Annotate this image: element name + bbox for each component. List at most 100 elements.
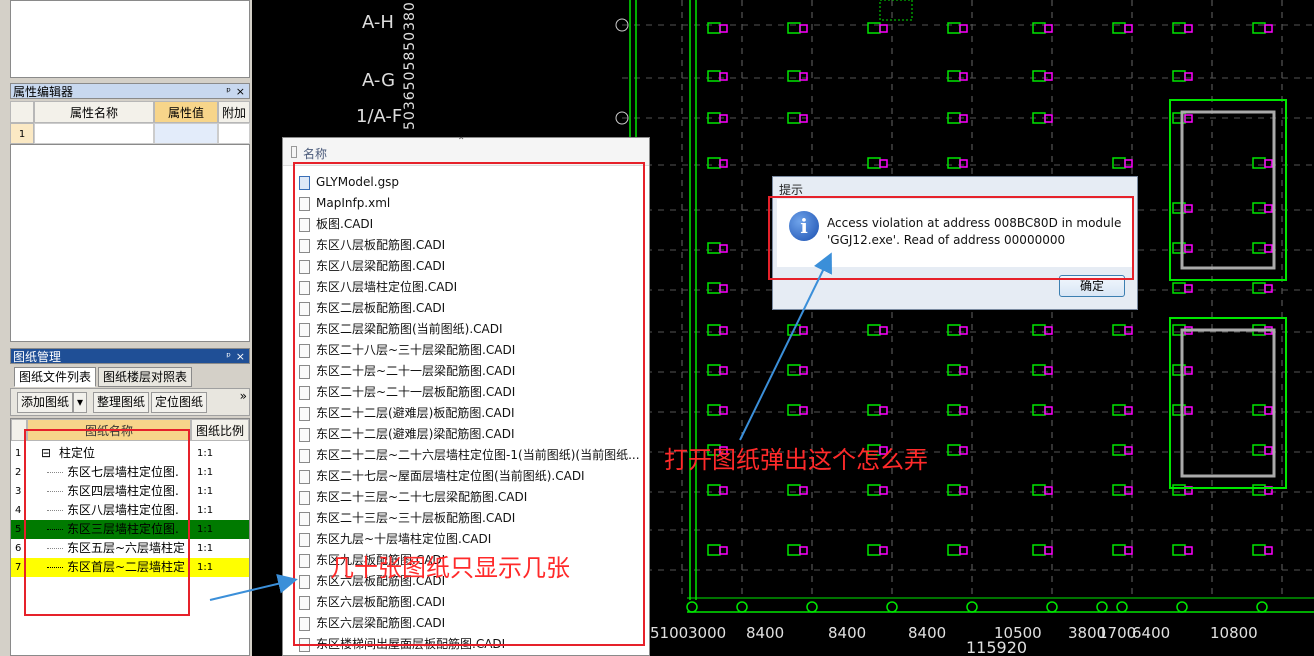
tab-drawing-floor-map[interactable]: 图纸楼层对照表	[98, 367, 193, 387]
column-rebar-marker	[1184, 72, 1193, 81]
drawing-scale: 1:1	[197, 505, 214, 516]
property-editor-title: 属性编辑器 ᵖ ×	[10, 83, 250, 99]
property-name-header[interactable]: 属性名称	[34, 101, 154, 123]
dim-total: 115920	[966, 638, 1028, 656]
column-marker	[1032, 484, 1046, 496]
column-rebar-marker	[719, 159, 728, 168]
annotation-dialog-question: 打开图纸弹出这个怎么弄	[664, 446, 928, 474]
dim-6400: 6400	[1132, 624, 1171, 642]
column-rebar-marker	[1184, 244, 1193, 253]
column-rebar-marker	[799, 72, 808, 81]
column-marker	[1112, 404, 1126, 416]
column-marker	[1172, 544, 1186, 556]
column-marker	[867, 544, 881, 556]
dim-1700: 1700	[1098, 624, 1137, 642]
column-rebar-marker	[1044, 72, 1053, 81]
column-marker	[1252, 282, 1266, 294]
highlight-box-dialog	[768, 196, 1134, 280]
pin-icon[interactable]: ᵖ	[226, 84, 231, 100]
column-rebar-marker	[1184, 24, 1193, 33]
column-marker	[947, 544, 961, 556]
column-rebar-marker	[1044, 406, 1053, 415]
drawing-scale-header[interactable]: 图纸比例	[191, 419, 249, 441]
column-marker	[1032, 404, 1046, 416]
tab-drawing-file-list[interactable]: 图纸文件列表	[14, 367, 97, 387]
column-rebar-marker	[1184, 406, 1193, 415]
column-marker	[707, 157, 721, 169]
close-icon[interactable]: ×	[236, 84, 245, 100]
column-rebar-marker	[879, 546, 888, 555]
close-icon[interactable]: ×	[236, 349, 245, 365]
column-marker	[947, 324, 961, 336]
screen: A-H A-G 1/A-F 5036505850380 8700 5100 30…	[0, 0, 1314, 656]
column-marker	[787, 364, 801, 376]
property-extra-header[interactable]: 附加	[218, 101, 250, 123]
column-rebar-marker	[959, 24, 968, 33]
column-rebar-marker	[959, 159, 968, 168]
drawing-scale: 1:1	[197, 524, 214, 535]
drawing-scale: 1:1	[197, 486, 214, 497]
axis-bubble	[736, 601, 748, 613]
add-drawing-button[interactable]: 添加图纸	[17, 392, 74, 413]
column-marker	[1252, 242, 1266, 254]
column-rebar-marker	[1184, 366, 1193, 375]
column-rebar-marker	[719, 366, 728, 375]
property-grid-body[interactable]	[10, 144, 250, 342]
column-marker	[707, 324, 721, 336]
column-marker	[867, 404, 881, 416]
add-drawing-label: 添加图纸	[21, 395, 70, 409]
column-marker	[787, 484, 801, 496]
drawing-scale: 1:1	[197, 467, 214, 478]
column-marker	[947, 444, 961, 456]
dashed-outline	[879, 0, 913, 21]
axis-label-a-g: A-G	[362, 70, 396, 91]
add-drawing-dropdown-icon[interactable]: ▾	[73, 392, 87, 413]
column-rebar-marker	[799, 326, 808, 335]
more-icon[interactable]: »	[240, 389, 247, 403]
column-rebar-marker	[719, 72, 728, 81]
name-column-header[interactable]: 名称	[303, 145, 327, 162]
property-value-cell[interactable]	[154, 123, 218, 144]
sort-up-icon[interactable]: ⌃	[457, 136, 465, 147]
column-rebar-marker	[879, 486, 888, 495]
column-rebar-marker	[719, 546, 728, 555]
drawing-toolbar: 添加图纸 ▾ 整理图纸 定位图纸 »	[10, 388, 250, 416]
axis-bubble	[806, 601, 818, 613]
column-rebar-marker	[1264, 204, 1273, 213]
column-rebar-marker	[959, 406, 968, 415]
column-rebar-marker	[1044, 546, 1053, 555]
column-rebar-marker	[1124, 546, 1133, 555]
column-rebar-marker	[1184, 546, 1193, 555]
dim-3000: 3000	[688, 624, 727, 642]
pin-icon[interactable]: ᵖ	[226, 349, 231, 365]
column-rebar-marker	[1124, 446, 1133, 455]
locate-drawing-button[interactable]: 定位图纸	[151, 392, 208, 413]
column-rebar-marker	[1124, 24, 1133, 33]
organize-drawing-button[interactable]: 整理图纸	[93, 392, 150, 413]
column-marker	[867, 324, 881, 336]
axis-bubble	[1116, 601, 1128, 613]
column-rebar-marker	[1044, 326, 1053, 335]
column-marker	[1252, 444, 1266, 456]
column-marker	[1252, 157, 1266, 169]
column-marker	[1032, 70, 1046, 82]
column-rebar-marker	[719, 244, 728, 253]
property-name-cell[interactable]	[34, 123, 154, 144]
column-marker	[707, 364, 721, 376]
column-marker	[1112, 444, 1126, 456]
column-marker	[707, 484, 721, 496]
drawing-manager-title: 图纸管理 ᵖ ×	[10, 348, 250, 364]
column-rebar-marker	[799, 24, 808, 33]
column-marker	[1172, 70, 1186, 82]
column-rebar-marker	[1124, 406, 1133, 415]
column-rebar-marker	[799, 546, 808, 555]
column-rebar-marker	[719, 406, 728, 415]
property-extra-cell[interactable]	[218, 123, 250, 144]
column-rebar-marker	[959, 72, 968, 81]
column-marker	[707, 242, 721, 254]
column-rebar-marker	[719, 284, 728, 293]
column-rebar-marker	[1264, 406, 1273, 415]
column-rebar-marker	[1184, 284, 1193, 293]
column-rebar-marker	[959, 366, 968, 375]
property-value-header[interactable]: 属性值	[154, 101, 218, 123]
